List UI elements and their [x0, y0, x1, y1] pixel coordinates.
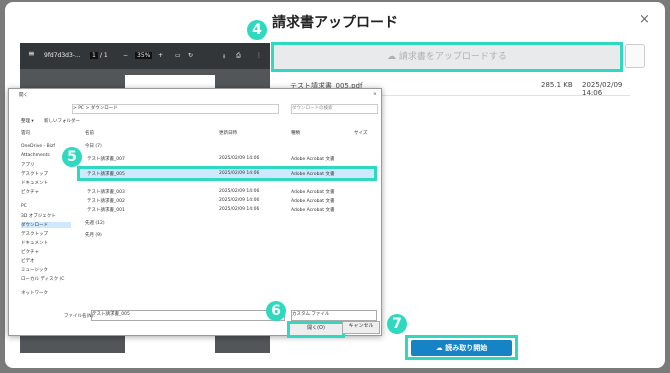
nav-item[interactable]: デスクトップ	[21, 231, 48, 237]
nav-item[interactable]: ミュージック	[21, 267, 48, 273]
nav-item[interactable]: OneDrive - Bizf	[21, 144, 55, 149]
print-icon[interactable]: ⎙	[236, 52, 241, 60]
file-type: Adobe Acrobat 文書	[291, 190, 335, 195]
nav-item[interactable]: 雲司	[21, 130, 30, 136]
nav-item[interactable]: Attachments	[21, 153, 50, 158]
step-5-badge: 5	[62, 147, 82, 167]
open-file-dialog: 開く × > PC > ダウンロード ダウンロードの検索 整理 ▾ 新しいフォル…	[8, 88, 382, 338]
filetype-select[interactable]: カスタム ファイル	[291, 310, 377, 321]
nav-item[interactable]: アプリ	[21, 162, 35, 168]
filename-input[interactable]: テスト請求書_005	[91, 310, 285, 321]
pdf-filename: 9fd7d3d3-...	[44, 52, 81, 59]
step-4-badge: 4	[247, 20, 267, 40]
step-6-badge: 6	[266, 301, 286, 321]
file-name[interactable]: テスト請求書_003	[87, 189, 125, 195]
file-date: 2025/02/09 14:06	[219, 171, 260, 176]
open-button[interactable]: 開く(O)	[287, 321, 345, 338]
file-type: Adobe Acrobat 文書	[291, 199, 335, 204]
dialog-title: 開く	[19, 93, 28, 98]
nav-item[interactable]: ローカル ディスク (C	[21, 276, 64, 282]
nav-item-selected[interactable]: ダウンロード	[21, 222, 71, 228]
nav-item[interactable]: ネットワーク	[21, 290, 48, 296]
new-folder-button[interactable]: 新しいフォルダー	[44, 118, 80, 124]
zoom-in-icon[interactable]: +	[158, 52, 163, 59]
pdf-page-total: / 1	[100, 52, 108, 59]
file-type: Adobe Acrobat 文書	[291, 172, 335, 177]
step-7-badge: 7	[387, 314, 407, 334]
file-date: 2025/02/09 14:06	[219, 189, 260, 194]
file-name: テスト請求書_005	[87, 172, 125, 177]
rotate-icon[interactable]: ↻	[188, 52, 193, 59]
menu-icon[interactable]: ≡	[28, 49, 35, 58]
fit-page-icon[interactable]: ▭	[175, 52, 181, 59]
more-icon[interactable]: ⋮	[256, 52, 262, 59]
nav-item[interactable]: 3D オブジェクト	[21, 213, 56, 219]
upload-dropzone[interactable]: ☁ 請求書をアップロードする	[271, 42, 623, 72]
file-row[interactable]: テスト請求書_007	[87, 156, 125, 162]
nav-item[interactable]: ピクチャ	[21, 249, 39, 255]
nav-item[interactable]: ピクチャ	[21, 189, 39, 195]
download-icon[interactable]: ⭳	[223, 52, 225, 62]
group-today[interactable]: 今日 (7)	[85, 143, 102, 149]
zoom-out-icon[interactable]: −	[123, 52, 128, 59]
organize-button[interactable]: 整理 ▾	[21, 118, 34, 124]
start-read-button[interactable]: ☁ 読み取り開始	[405, 335, 518, 360]
column-type[interactable]: 種類	[291, 130, 300, 136]
file-date: 2025/02/09 14:06	[219, 156, 260, 161]
file-name[interactable]: テスト請求書_002	[87, 198, 125, 204]
file-date: 2025/02/09 14:06	[219, 198, 260, 203]
dialog-close-icon[interactable]: ×	[373, 92, 377, 97]
nav-item[interactable]: デスクトップ	[21, 171, 48, 177]
close-icon[interactable]: ×	[639, 12, 650, 27]
group-last-week[interactable]: 先週 (12)	[85, 220, 105, 226]
nav-item[interactable]: ドキュメント	[21, 240, 48, 246]
upload-label: 請求書をアップロードする	[398, 52, 507, 62]
start-read-label: ☁ 読み取り開始	[411, 340, 512, 356]
group-last-month[interactable]: 先月 (9)	[85, 232, 102, 238]
pdf-toolbar: ≡ 9fd7d3d3-... 1 / 1 − 35% + ▭ ↻ ⭳ ⎙ ⋮	[20, 43, 270, 69]
nav-item[interactable]: ドキュメント	[21, 180, 48, 186]
column-size[interactable]: サイズ	[354, 130, 367, 136]
cloud-upload-icon: ☁	[387, 52, 399, 62]
cloud-icon: ☁	[435, 344, 446, 352]
modal-title: 請求書アップロード	[272, 15, 398, 31]
column-name[interactable]: 名前	[85, 130, 94, 136]
pdf-page-current[interactable]: 1	[90, 52, 98, 59]
pdf-file-icon	[625, 44, 645, 68]
dialog-search[interactable]: ダウンロードの検索	[291, 104, 378, 114]
column-date[interactable]: 更新日時	[219, 130, 237, 136]
nav-item[interactable]: ビデオ	[21, 258, 35, 264]
file-size: 285.1 KB	[541, 81, 573, 89]
cancel-button[interactable]: キャンセル	[342, 321, 380, 334]
pdf-zoom[interactable]: 35%	[135, 52, 153, 59]
file-type: Adobe Acrobat 文書	[291, 157, 335, 162]
file-type: Adobe Acrobat 文書	[291, 208, 335, 213]
file-name[interactable]: テスト請求書_001	[87, 207, 125, 213]
file-date: 2025/02/09 14:06	[219, 207, 260, 212]
nav-item[interactable]: PC	[21, 204, 27, 209]
dialog-path[interactable]: > PC > ダウンロード	[72, 104, 279, 114]
